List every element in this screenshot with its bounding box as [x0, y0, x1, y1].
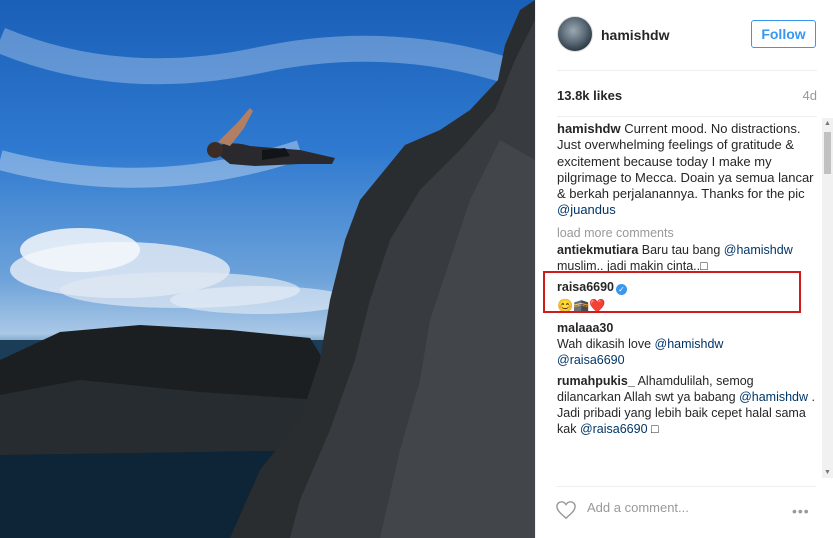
avatar[interactable]: [557, 16, 593, 52]
highlight-annotation: [543, 271, 801, 313]
more-options-icon[interactable]: •••: [792, 504, 810, 518]
photo-scene: [0, 0, 535, 538]
post-header: hamishdw Follow: [536, 0, 833, 70]
post-photo: [0, 0, 535, 538]
comment-mention[interactable]: @hamishdw: [655, 337, 724, 351]
header-divider: [557, 70, 817, 71]
caption: hamishdw Current mood. No distractions. …: [557, 121, 819, 219]
comment-item: rumahpukis_ Alhamdulilah, semog dilancar…: [557, 373, 819, 437]
comment-username[interactable]: antiekmutiara: [557, 243, 638, 257]
comment-mention[interactable]: @raisa6690: [557, 353, 625, 367]
comment-username[interactable]: rumahpukis_: [557, 374, 635, 388]
load-more-comments-link[interactable]: load more comments: [557, 225, 819, 241]
follow-button[interactable]: Follow: [751, 20, 816, 48]
comment-mention[interactable]: @hamishdw: [739, 390, 808, 404]
comment-mention[interactable]: @raisa6690: [580, 422, 648, 436]
post-username[interactable]: hamishdw: [601, 27, 669, 43]
scroll-thumb[interactable]: [824, 132, 831, 174]
comment-text: Baru tau bang: [638, 242, 724, 257]
comment-item: malaaa30 Wah dikasih love @hamishdw @rai…: [557, 320, 819, 368]
post-footer: Add a comment... •••: [535, 486, 833, 538]
caption-username[interactable]: hamishdw: [557, 121, 621, 136]
comment-username[interactable]: malaaa30: [557, 321, 613, 335]
likes-divider: [557, 116, 817, 117]
add-comment-input[interactable]: Add a comment...: [587, 500, 689, 515]
caption-mention[interactable]: @juandus: [557, 202, 616, 217]
likes-count[interactable]: 13.8k likes: [557, 88, 622, 103]
comment-mention[interactable]: @hamishdw: [724, 243, 793, 257]
comments-scrollbar[interactable]: ▲ ▼: [822, 118, 833, 478]
scroll-down-arrow-icon[interactable]: ▼: [822, 467, 833, 478]
comment-text: □: [647, 421, 659, 436]
scroll-up-arrow-icon[interactable]: ▲: [822, 118, 833, 129]
likes-row: 13.8k likes 4d: [557, 88, 817, 108]
post-side-panel: hamishdw Follow 13.8k likes 4d hamishdw …: [535, 0, 833, 538]
comment-item: antiekmutiara Baru tau bang @hamishdw mu…: [557, 242, 819, 274]
heart-icon[interactable]: [555, 500, 577, 520]
post-time[interactable]: 4d: [803, 88, 817, 103]
comment-text: Wah dikasih love: [557, 336, 655, 351]
